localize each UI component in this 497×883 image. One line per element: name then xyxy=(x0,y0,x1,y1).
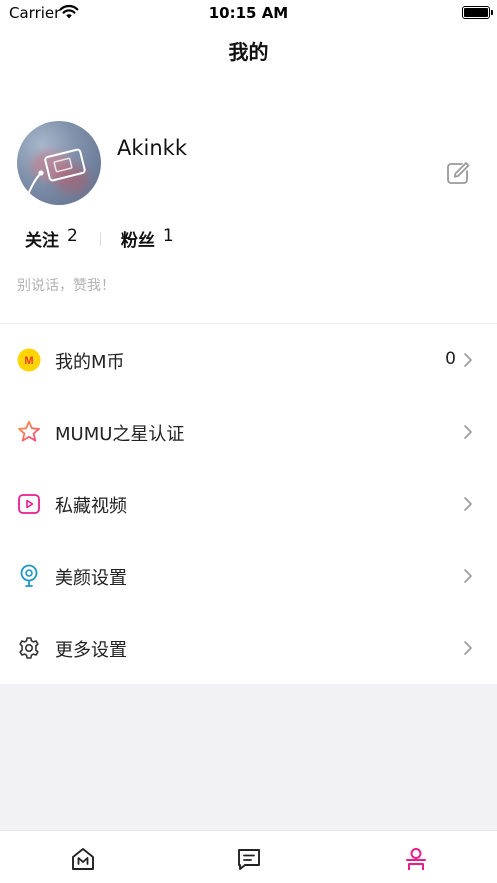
chevron-right-icon xyxy=(464,497,472,511)
menu-item-label: 更多设置 xyxy=(55,640,127,661)
beauty-icon xyxy=(20,564,38,587)
following-label: 关注 xyxy=(25,231,59,251)
page-title: 我的 xyxy=(228,40,269,64)
chevron-right-icon xyxy=(464,569,472,583)
stat-divider xyxy=(99,231,101,246)
follow-stats: 关注 2 粉丝 1 xyxy=(25,226,174,251)
menu-item-private-videos[interactable]: 私藏视频 xyxy=(0,468,497,540)
menu-item-label: 我的M币 xyxy=(55,352,125,373)
message-icon xyxy=(238,849,260,870)
chevron-right-icon xyxy=(464,353,472,367)
avatar[interactable] xyxy=(17,121,101,205)
menu-item-more-settings[interactable]: 更多设置 xyxy=(0,612,497,684)
home-icon xyxy=(72,848,94,870)
tab-profile[interactable] xyxy=(385,831,445,883)
menu-item-beauty-settings[interactable]: 美颜设置 xyxy=(0,540,497,612)
chevron-right-icon xyxy=(464,641,472,655)
menu-item-m-coin[interactable]: M 我的M币 0 xyxy=(0,324,497,396)
menu-item-star-certification[interactable]: MUMU之星认证 xyxy=(0,396,497,468)
following-stat[interactable]: 关注 2 xyxy=(25,226,78,251)
status-bar: Carrier 10:15 AM xyxy=(0,0,497,26)
username: Akinkk xyxy=(117,136,187,160)
fans-count: 1 xyxy=(162,226,174,246)
empty-background xyxy=(0,684,497,830)
star-icon xyxy=(18,420,40,442)
status-time: 10:15 AM xyxy=(208,4,289,22)
m-coin-balance: 0 xyxy=(445,349,456,369)
tab-bar xyxy=(0,830,497,883)
following-count: 2 xyxy=(67,226,78,246)
menu-item-label: 美颜设置 xyxy=(55,568,127,589)
tab-messages[interactable] xyxy=(218,831,278,883)
profile-bio: 别说话，赞我！ xyxy=(17,278,115,294)
gear-icon xyxy=(19,637,39,659)
profile-icon xyxy=(406,848,426,870)
fans-label: 粉丝 xyxy=(120,231,155,251)
edit-profile-icon[interactable] xyxy=(445,160,471,186)
fans-stat[interactable]: 粉丝 1 xyxy=(121,226,174,251)
menu-item-label: MUMU之星认证 xyxy=(55,424,185,445)
settings-menu: M 我的M币 0 MUMU之星认证 私藏视频 美颜设置 更多设置 xyxy=(0,324,497,684)
svg-text:M: M xyxy=(24,355,33,367)
tab-home[interactable] xyxy=(52,831,112,883)
menu-item-label: 私藏视频 xyxy=(55,496,127,517)
coin-icon: M xyxy=(17,348,41,372)
video-icon xyxy=(18,494,40,514)
chevron-right-icon xyxy=(464,425,472,439)
battery-icon xyxy=(462,6,493,19)
